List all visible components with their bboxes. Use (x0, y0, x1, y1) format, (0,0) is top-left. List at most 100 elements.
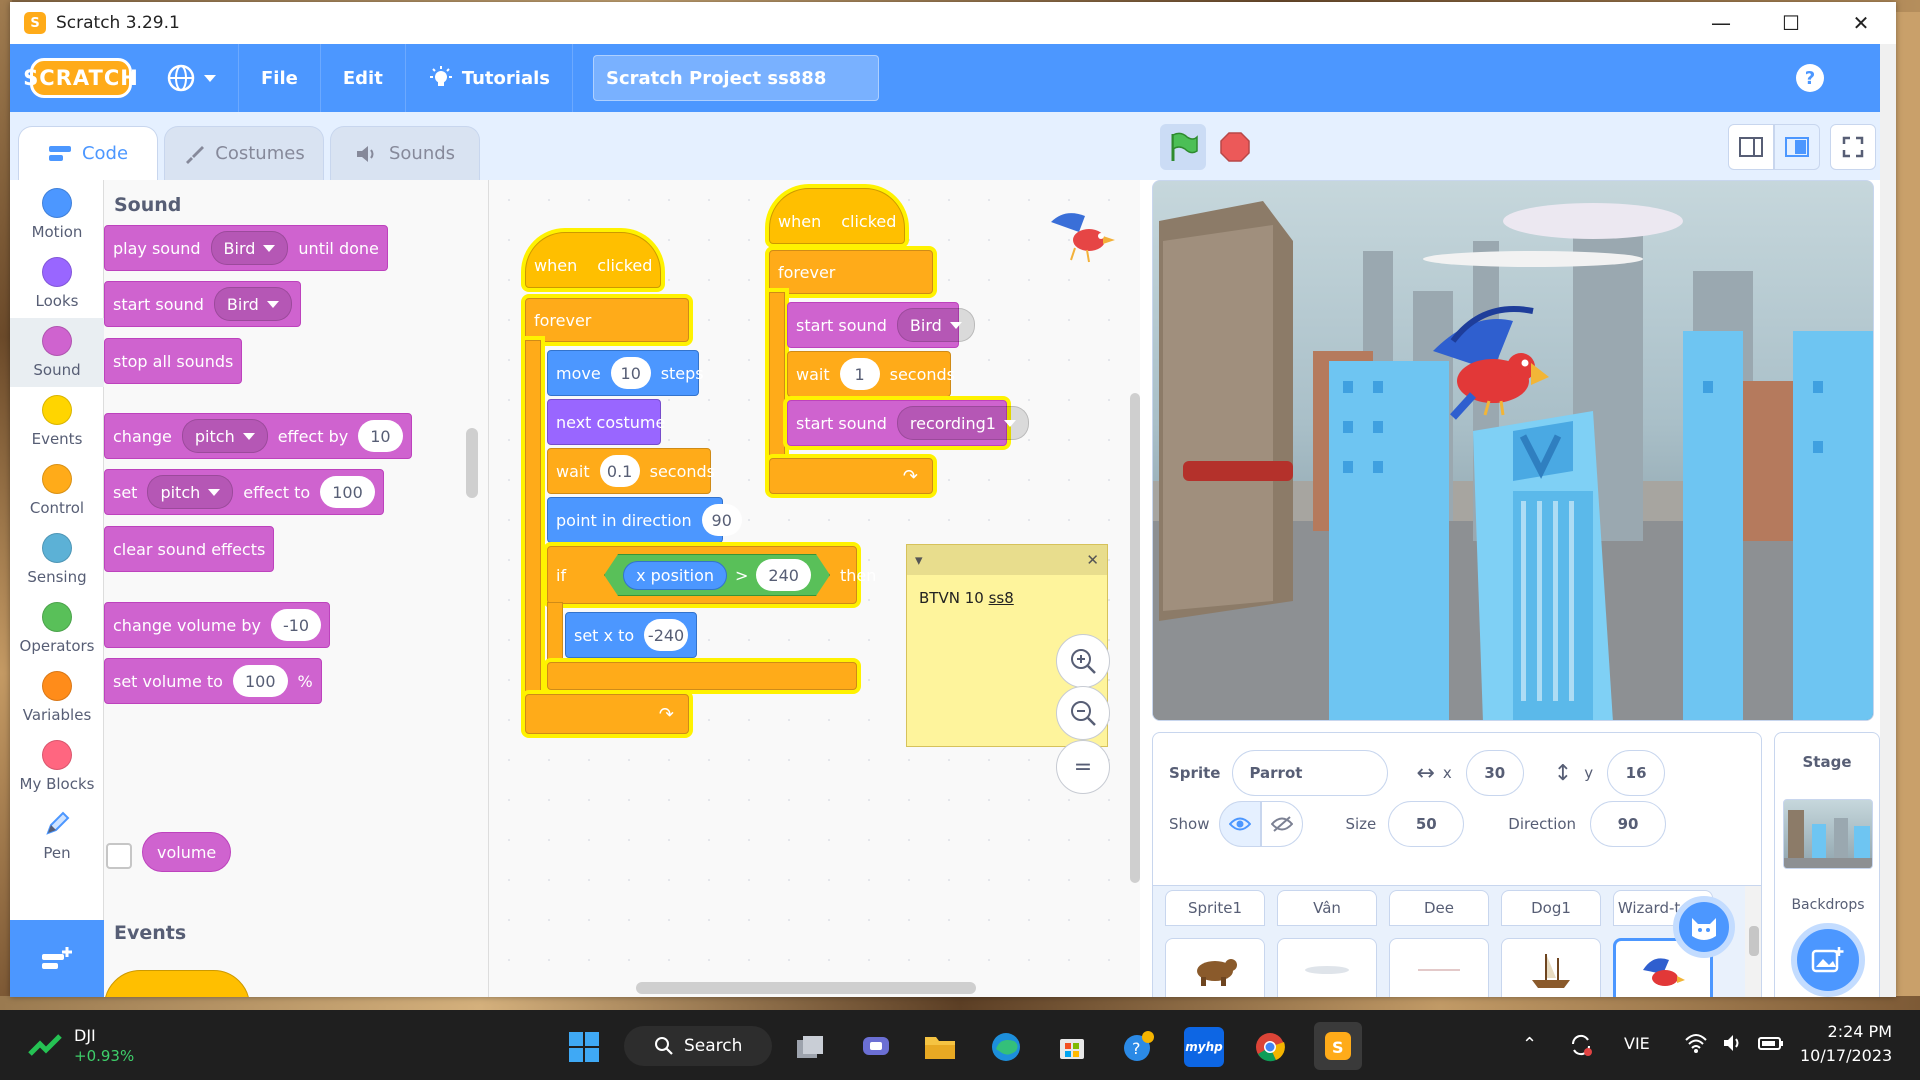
stock-widget[interactable]: DJI +0.93% (28, 1026, 134, 1066)
block-change-volume[interactable]: change volume by -10 (104, 602, 331, 648)
category-looks[interactable]: Looks (10, 249, 104, 318)
category-my-blocks[interactable]: My Blocks (10, 732, 104, 801)
sprite-name-input[interactable]: Parrot (1232, 750, 1389, 796)
category-sound[interactable]: Sound (10, 318, 104, 387)
tab-sounds[interactable]: Sounds (330, 126, 480, 180)
choose-sprite-button[interactable] (1673, 896, 1735, 958)
horizontal-scrollbar[interactable] (636, 982, 976, 994)
zoom-reset-button[interactable]: = (1056, 740, 1110, 794)
block-play-sound-until-done[interactable]: play sound Bird until done (104, 225, 388, 271)
block-start-sound[interactable]: start sound Bird (787, 302, 975, 348)
block-if-then[interactable]: if x position > 240 then (547, 546, 876, 604)
minimize-button[interactable]: — (1686, 2, 1756, 44)
sprite-tile-name[interactable]: Vân (1277, 890, 1377, 926)
tab-costumes[interactable]: Costumes (164, 126, 324, 180)
small-stage-button[interactable] (1728, 124, 1774, 170)
choose-backdrop-button[interactable] (1791, 923, 1865, 997)
add-extension-button[interactable] (10, 920, 104, 997)
file-explorer-icon[interactable] (920, 1027, 960, 1067)
number-input[interactable]: 10 (610, 357, 651, 389)
category-control[interactable]: Control (10, 456, 104, 525)
x-input[interactable]: 30 (1465, 750, 1524, 796)
file-menu[interactable]: File (239, 44, 321, 112)
number-input[interactable]: 1 (839, 358, 880, 390)
block-set-effect[interactable]: set pitch effect to 100 (104, 469, 384, 515)
clock[interactable]: 2:24 PM 10/17/2023 (1800, 1020, 1892, 1068)
sprite-thumbnail-bear[interactable] (1165, 938, 1265, 997)
zoom-in-button[interactable] (1056, 634, 1110, 688)
sound-dropdown[interactable]: Bird (213, 287, 292, 321)
sprite-list-scrollbar[interactable] (1745, 886, 1761, 997)
maximize-button[interactable]: ☐ (1756, 2, 1826, 44)
sync-icon[interactable] (1568, 1032, 1594, 1062)
block-next-costume[interactable]: next costume (547, 399, 665, 445)
sprite-thumbnail-cloud[interactable] (1277, 938, 1377, 997)
collapse-triangle-icon[interactable]: ▾ (915, 551, 923, 569)
block-move-steps[interactable]: move 10 steps (547, 350, 704, 396)
block-volume-reporter[interactable]: volume (142, 832, 232, 872)
number-input[interactable]: 100 (232, 665, 288, 697)
green-flag-button[interactable] (1160, 124, 1206, 170)
number-input[interactable]: 0.1 (599, 455, 640, 487)
direction-input[interactable]: 90 (1590, 801, 1667, 847)
volume-monitor-checkbox[interactable] (106, 843, 132, 869)
x-position-reporter[interactable]: x position (623, 561, 727, 590)
script-area[interactable]: when clicked forever ↷ move 10 steps nex… (489, 180, 1140, 997)
hide-sprite-button[interactable] (1261, 801, 1304, 847)
palette-scrollbar[interactable] (466, 428, 478, 498)
sound-dropdown[interactable]: Bird (210, 231, 289, 265)
zoom-out-button[interactable] (1056, 686, 1110, 740)
block-when-flag-clicked[interactable]: when clicked (525, 232, 661, 288)
sound-dropdown[interactable]: Bird (896, 308, 975, 342)
scratch-taskbar-icon[interactable]: S (1314, 1022, 1362, 1070)
scratch-logo[interactable]: SCRATCH (23, 58, 138, 98)
large-stage-button[interactable] (1774, 124, 1820, 170)
category-variables[interactable]: Variables (10, 663, 104, 732)
task-view-icon[interactable] (790, 1027, 830, 1067)
sprite-tile-name[interactable]: Dee (1389, 890, 1489, 926)
category-sensing[interactable]: Sensing (10, 525, 104, 594)
block-wait[interactable]: wait 0.1 seconds (547, 448, 715, 494)
fullscreen-button[interactable] (1830, 124, 1876, 170)
vertical-scrollbar[interactable] (1130, 393, 1140, 883)
block-forever[interactable]: forever (525, 298, 689, 342)
effect-dropdown[interactable]: pitch (147, 475, 234, 509)
sound-dropdown[interactable]: recording1 (896, 406, 1029, 440)
block-forever[interactable]: forever (769, 250, 933, 294)
system-tray-icons[interactable] (1684, 1032, 1784, 1054)
close-window-button[interactable]: ✕ (1826, 2, 1896, 44)
block-set-x[interactable]: set x to -240 (565, 612, 697, 658)
block-set-volume[interactable]: set volume to 100 % (104, 658, 322, 704)
sprite-tile-name[interactable]: Sprite1 (1165, 890, 1265, 926)
close-comment-icon[interactable]: ✕ (1086, 551, 1099, 569)
number-input[interactable]: 100 (320, 476, 375, 508)
number-input[interactable]: 10 (358, 420, 403, 452)
sprite-tile-name[interactable]: Dog1 (1501, 890, 1601, 926)
greater-than-operator[interactable]: x position > 240 (604, 554, 830, 596)
block-wait[interactable]: wait 1 seconds (787, 351, 955, 397)
block-clear-sound-effects[interactable]: clear sound effects (104, 526, 275, 572)
taskbar-search[interactable]: Search (624, 1026, 772, 1066)
stop-button[interactable] (1212, 124, 1258, 170)
myhp-icon[interactable]: myhp (1184, 1027, 1224, 1067)
edit-menu[interactable]: Edit (321, 44, 406, 112)
stage-selector-pane[interactable]: Stage Backdrops (1774, 732, 1880, 997)
category-operators[interactable]: Operators (10, 594, 104, 663)
size-input[interactable]: 50 (1388, 801, 1465, 847)
block-start-sound[interactable]: start sound recording1 (787, 400, 1029, 446)
language-indicator[interactable]: VIE (1624, 1034, 1650, 1053)
number-input[interactable]: 90 (701, 504, 742, 536)
edge-browser-icon[interactable] (986, 1027, 1026, 1067)
scroll-thumb[interactable] (1749, 926, 1759, 956)
chrome-browser-icon[interactable] (1250, 1027, 1290, 1067)
start-button[interactable] (564, 1027, 604, 1067)
help-icon[interactable]: ? (1796, 64, 1824, 92)
block-point-in-direction[interactable]: point in direction 90 (547, 497, 742, 543)
number-input[interactable]: -10 (270, 609, 322, 641)
backdrop-thumbnail[interactable] (1783, 799, 1873, 869)
number-input[interactable]: -240 (644, 619, 688, 651)
microsoft-store-icon[interactable] (1052, 1027, 1092, 1067)
sprite-thumbnail-line[interactable] (1389, 938, 1489, 997)
block-when-flag-clicked[interactable]: when clicked (769, 188, 905, 244)
window-scrollbar[interactable] (1880, 44, 1896, 997)
